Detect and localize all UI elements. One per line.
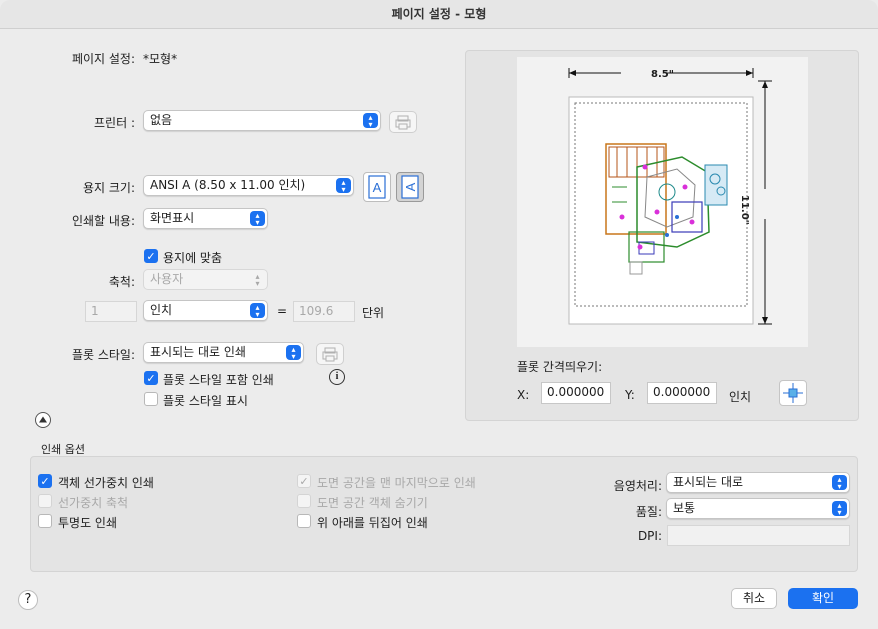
shading-value: 표시되는 대로 bbox=[673, 475, 744, 489]
chevron-updown-icon: ▴ ▾ bbox=[250, 303, 265, 319]
printer-properties-button[interactable] bbox=[389, 111, 417, 133]
landscape-icon: A bbox=[401, 175, 419, 199]
plot-area-value: 화면표시 bbox=[150, 211, 195, 225]
paper-size-label: 용지 크기: bbox=[82, 181, 135, 195]
window-title: 페이지 설정 - 모형 bbox=[391, 7, 487, 21]
offset-y-input[interactable]: 0.000000 bbox=[647, 382, 717, 404]
layout-preview bbox=[568, 67, 773, 325]
help-button[interactable]: ? bbox=[18, 590, 38, 610]
paper-size-value: ANSI A (8.50 x 11.00 인치) bbox=[150, 178, 306, 192]
upside-down-label: 위 아래를 뒤집어 인쇄 bbox=[317, 516, 428, 530]
svg-text:A: A bbox=[403, 182, 418, 191]
include-plot-style-checkbox[interactable]: ✓ bbox=[144, 371, 158, 385]
quality-label: 품질: bbox=[635, 505, 662, 519]
portrait-icon: A bbox=[368, 175, 386, 199]
collapse-options-button[interactable] bbox=[35, 412, 51, 428]
include-plot-style-label: 플롯 스타일 포함 인쇄 bbox=[163, 373, 274, 387]
hide-paperspace-label: 도면 공간 객체 숨기기 bbox=[317, 496, 428, 510]
equals-sign: = bbox=[277, 304, 288, 318]
plot-transparency-checkbox[interactable] bbox=[38, 514, 52, 528]
printer-select-value: 없음 bbox=[150, 113, 173, 127]
printer-properties-icon bbox=[322, 347, 338, 362]
printer-select[interactable]: 없음 ▴ ▾ bbox=[143, 110, 381, 131]
center-plot-button[interactable] bbox=[779, 380, 807, 406]
ok-button[interactable]: 확인 bbox=[788, 588, 858, 609]
fit-to-paper-checkbox[interactable]: ✓ bbox=[144, 249, 158, 263]
chevron-updown-icon: ▴ ▾ bbox=[832, 501, 847, 517]
scale-label: 축척: bbox=[108, 275, 135, 289]
shading-select[interactable]: 표시되는 대로 ▴ ▾ bbox=[666, 472, 850, 493]
chevron-updown-icon: ▴ ▾ bbox=[832, 475, 847, 491]
scale-unit-value: 인치 bbox=[150, 303, 173, 317]
printer-label: 프린터 : bbox=[94, 116, 135, 130]
chevron-updown-icon: ▴ ▾ bbox=[336, 178, 351, 194]
portrait-button[interactable]: A bbox=[363, 172, 391, 202]
hide-paperspace-checkbox[interactable] bbox=[297, 494, 311, 508]
chevron-updown-icon: ▴ ▾ bbox=[250, 211, 265, 227]
plot-style-edit-button[interactable] bbox=[316, 343, 344, 365]
scale-number-input[interactable]: 1 bbox=[85, 301, 137, 322]
offset-x-label: X: bbox=[517, 388, 530, 402]
paper-size-select[interactable]: ANSI A (8.50 x 11.00 인치) ▴ ▾ bbox=[143, 175, 354, 196]
print-options-title: 인쇄 옵션 bbox=[41, 443, 85, 456]
chevron-up-icon bbox=[39, 416, 47, 423]
quality-select[interactable]: 보통 ▴ ▾ bbox=[666, 498, 850, 519]
scale-unit-select[interactable]: 인치 ▴ ▾ bbox=[143, 300, 268, 321]
page-setup-value: *모형* bbox=[143, 52, 178, 66]
quality-value: 보통 bbox=[673, 501, 696, 515]
scale-units-input[interactable]: 109.6 bbox=[293, 301, 355, 322]
plot-style-select[interactable]: 표시되는 대로 인쇄 ▴ ▾ bbox=[143, 342, 304, 363]
dpi-input[interactable] bbox=[667, 525, 850, 546]
preview-width-label: 8.5" bbox=[651, 69, 674, 80]
plot-lineweights-label: 객체 선가중치 인쇄 bbox=[58, 476, 154, 490]
title-bar: 페이지 설정 - 모형 bbox=[0, 0, 878, 29]
display-plot-style-label: 플롯 스타일 표시 bbox=[163, 394, 248, 408]
plot-style-label: 플롯 스타일: bbox=[71, 348, 135, 362]
info-icon[interactable]: i bbox=[329, 369, 345, 385]
plot-style-value: 표시되는 대로 인쇄 bbox=[150, 345, 246, 359]
printer-properties-icon bbox=[395, 115, 411, 130]
chevron-updown-icon: ▴ ▾ bbox=[363, 113, 378, 129]
paperspace-last-label: 도면 공간을 맨 마지막으로 인쇄 bbox=[317, 476, 476, 490]
display-plot-style-checkbox[interactable] bbox=[144, 392, 158, 406]
plot-area-label: 인쇄할 내용: bbox=[71, 214, 135, 228]
offset-y-label: Y: bbox=[625, 388, 635, 402]
plot-lineweights-checkbox[interactable]: ✓ bbox=[38, 474, 52, 488]
svg-text:A: A bbox=[373, 180, 382, 195]
plot-offset-label: 플롯 간격띄우기: bbox=[517, 360, 603, 374]
shading-label: 음영처리: bbox=[613, 479, 662, 493]
paperspace-last-checkbox[interactable]: ✓ bbox=[297, 474, 311, 488]
center-plot-icon bbox=[783, 383, 803, 403]
fit-to-paper-label: 용지에 맞춤 bbox=[163, 251, 223, 265]
page-setup-label: 페이지 설정: bbox=[71, 52, 135, 66]
scale-lineweights-label: 선가중치 축척 bbox=[58, 496, 129, 510]
offset-unit-label: 인치 bbox=[729, 390, 752, 404]
plot-area-select[interactable]: 화면표시 ▴ ▾ bbox=[143, 208, 268, 229]
upside-down-checkbox[interactable] bbox=[297, 514, 311, 528]
preview-area bbox=[517, 57, 808, 347]
chevron-updown-icon: ▴ ▾ bbox=[255, 272, 260, 288]
preview-height-label: 11.0" bbox=[739, 195, 750, 225]
chevron-updown-icon: ▴ ▾ bbox=[286, 345, 301, 361]
cancel-button[interactable]: 취소 bbox=[731, 588, 777, 609]
dpi-label: DPI: bbox=[637, 529, 662, 543]
offset-x-input[interactable]: 0.000000 bbox=[541, 382, 611, 404]
units-label: 단위 bbox=[362, 306, 385, 320]
scale-select[interactable]: 사용자 ▴ ▾ bbox=[143, 269, 268, 290]
scale-value: 사용자 bbox=[150, 272, 184, 286]
scale-lineweights-checkbox[interactable] bbox=[38, 494, 52, 508]
plot-transparency-label: 투명도 인쇄 bbox=[58, 516, 118, 530]
landscape-button[interactable]: A bbox=[396, 172, 424, 202]
